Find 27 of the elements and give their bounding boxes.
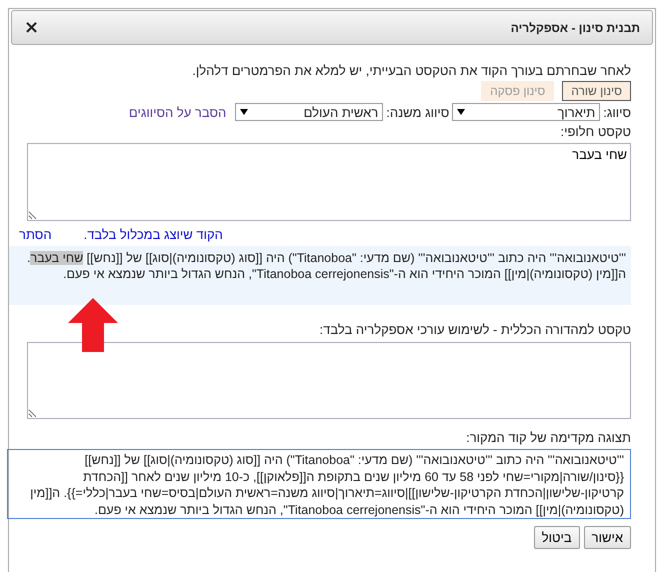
- source-preview-field[interactable]: [7, 449, 631, 519]
- window-title: תבנית סינון - אספקלריה: [510, 20, 640, 34]
- caret-icon: [457, 109, 466, 115]
- general-text-field[interactable]: [27, 342, 631, 419]
- up-arrow-icon: [67, 297, 119, 353]
- preview-link[interactable]: הסתר: [19, 227, 52, 242]
- classification-dropdown[interactable]: ראשית העולם: [235, 103, 384, 121]
- classification-label: סיווג משנה:: [386, 104, 450, 120]
- alt-text-label: טקסט חלופי:: [559, 124, 631, 139]
- general-text-label: טקסט למהדורה הכללית - לשימוש עורכי אספקלריה בלבד:: [318, 322, 631, 337]
- source-line: '''טיטאנובואה''' היה כתוב '''טיטאנובואה''' (שם מדעי: "Titanoboa") היה [[סוג (טקסונומיה)|סוג]] של [[נחש]]: [84, 452, 624, 468]
- classification-label: סיווג:: [603, 104, 631, 120]
- classification-dropdown[interactable]: תיארוך: [452, 103, 600, 121]
- filter-mode-button[interactable]: סינון שורה: [562, 81, 631, 101]
- caret-icon: [240, 109, 248, 115]
- instructions-text: לאחר שבחרתם בעורך הקוד את הטקסט הבעייתי, יש למלא את הפרמטרים דלהלן.: [191, 63, 631, 78]
- close-button[interactable]: ×: [20, 18, 44, 38]
- source-line: קרטיקון-שלישון|הכחדת הקרטיקון-שלישון]]|סיווג=תיארוך|סיווג משנה=ראשית העולם|בסיס=שחי בעבר|כללי=}}. ה[[מין: [29, 485, 624, 502]
- source-line: {{סינון/שורה|מקורי=שחי לפני 58 עד 60 מיליון שנים בתקופת ה[[פלאוקן]], כ-10 מיליון שנים לאחר [[הכחדת: [82, 468, 624, 485]
- dialog-button[interactable]: ביטול: [534, 526, 580, 549]
- alt-text-field[interactable]: שחי בעבר: [27, 143, 631, 221]
- dialog-button[interactable]: אישור: [584, 526, 631, 549]
- preview-link[interactable]: הקוד שיוצג במכלול בלבד.: [84, 227, 223, 242]
- preview-text: '''טיטאנובואה''' היה כתוב '''טיטאנובואה''' (שם מדעי: "Titanoboa") היה [[סוג (טקסונומיה)|סוג]] של [[נחש]] שחי בעבר. ה[[מין (טקסונומיה)|מין]] המוכר היחידי הוא ה-"Titanoboa cerrejonensis", הנחש הגדול ביותר שנמצא אי פעם.: [26, 250, 626, 282]
- source-line: (טקסונומיה)|מין]] המוכר היחידי הוא ה-"Titanoboa cerrejonensis", הנחש הגדול ביותר שנמצא אי פעם.: [93, 502, 624, 518]
- help-link[interactable]: הסבר על הסיווגים: [128, 104, 226, 120]
- source-preview-label: תצוגה מקדימה של קוד המקור:: [465, 430, 631, 445]
